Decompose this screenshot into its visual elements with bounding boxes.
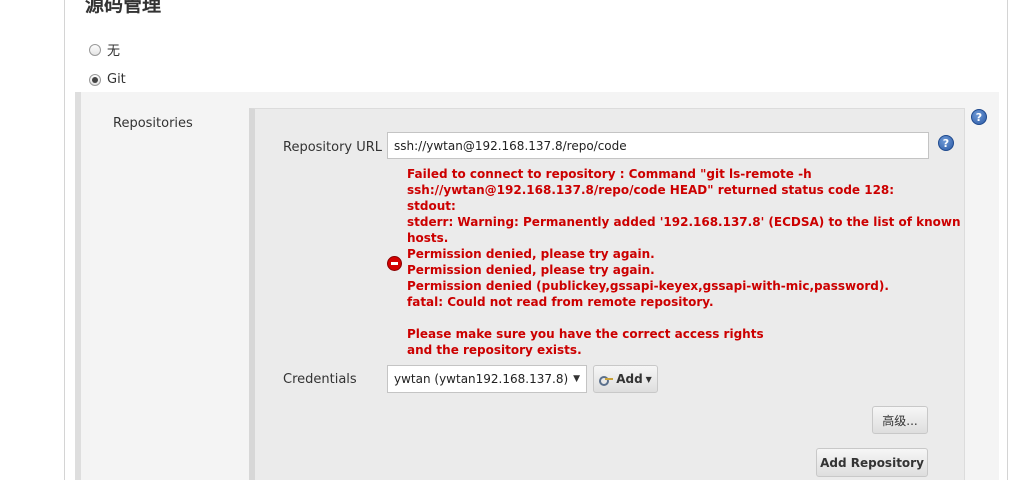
error-line: and the repository exists. — [407, 343, 582, 357]
repositories-label: Repositories — [113, 116, 193, 131]
error-line: Permission denied, please try again. — [407, 247, 655, 261]
error-line: Permission denied (publickey,gssapi-keye… — [407, 279, 889, 293]
chevron-down-icon: ▼ — [645, 374, 652, 384]
error-line: stdout: — [407, 199, 456, 213]
radio-git[interactable] — [89, 73, 101, 86]
scm-option-none[interactable]: 无 — [89, 40, 120, 59]
add-credentials-button[interactable]: Add ▼ — [593, 365, 658, 393]
repository-url-input[interactable] — [387, 132, 929, 159]
radio-none[interactable] — [89, 43, 101, 56]
credentials-select[interactable]: ywtan (ywtan192.168.137.8) ▼ — [387, 365, 587, 393]
dropdown-arrow-icon: ▼ — [573, 374, 580, 384]
error-line: Please make sure you have the correct ac… — [407, 327, 764, 341]
git-config-area: Repositories ? Repository URL ? Failed t… — [75, 92, 999, 480]
scm-panel: 源码管理 无 Git Repositories ? Repository URL… — [64, 0, 1008, 480]
error-line: stderr: Warning: Permanently added '192.… — [407, 215, 961, 229]
advanced-button[interactable]: 高级... — [872, 406, 928, 434]
error-icon — [387, 256, 402, 271]
credentials-label: Credentials — [283, 372, 357, 387]
section-title: 源码管理 — [85, 0, 162, 16]
radio-none-label: 无 — [107, 44, 121, 59]
help-icon[interactable]: ? — [971, 109, 987, 125]
repository-url-label: Repository URL — [283, 140, 383, 155]
add-repository-button[interactable]: Add Repository — [816, 448, 928, 477]
error-line — [407, 310, 927, 326]
error-line: ssh://ywtan@192.168.137.8/repo/code HEAD… — [407, 183, 895, 197]
scm-option-git[interactable]: Git — [89, 72, 126, 87]
help-icon[interactable]: ? — [938, 135, 954, 151]
repository-box: Repository URL ? Failed to connect to re… — [249, 108, 965, 480]
error-line: hosts. — [407, 231, 449, 245]
radio-git-label: Git — [107, 72, 126, 87]
key-icon — [599, 375, 614, 386]
error-line: Permission denied, please try again. — [407, 263, 655, 277]
error-message: Failed to connect to repository : Comman… — [407, 166, 961, 358]
credentials-selected-value: ywtan (ywtan192.168.137.8) — [394, 372, 569, 386]
error-line: Failed to connect to repository : Comman… — [407, 167, 812, 181]
add-button-label: Add — [616, 372, 643, 386]
error-line: fatal: Could not read from remote reposi… — [407, 295, 714, 309]
